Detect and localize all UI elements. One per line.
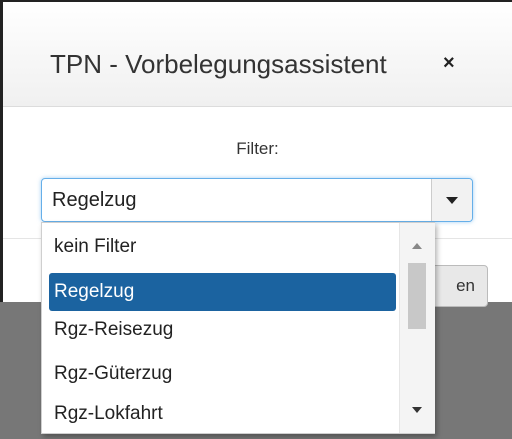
option-rgz-gueterzug[interactable]: Rgz-Güterzug bbox=[49, 355, 396, 393]
dialog-header: TPN - Vorbelegungsassistent × bbox=[3, 2, 512, 107]
dropdown-scrollbar[interactable] bbox=[399, 223, 435, 433]
chevron-down-icon bbox=[446, 197, 458, 204]
filter-dropdown-list[interactable]: kein Filter Regelzug Rgz-Reisezug Rgz-Gü… bbox=[41, 222, 435, 434]
scroll-up-icon[interactable] bbox=[412, 243, 422, 249]
scroll-down-icon[interactable] bbox=[412, 407, 422, 413]
option-kein-filter[interactable]: kein Filter bbox=[49, 228, 396, 266]
option-rgz-reisezug[interactable]: Rgz-Reisezug bbox=[49, 311, 396, 349]
option-regelzug[interactable]: Regelzug bbox=[49, 273, 396, 311]
dialog-title: TPN - Vorbelegungsassistent bbox=[50, 49, 387, 79]
scroll-thumb[interactable] bbox=[408, 263, 426, 329]
filter-input[interactable] bbox=[52, 179, 422, 221]
filter-label: Filter: bbox=[236, 139, 279, 158]
close-icon[interactable]: × bbox=[443, 52, 455, 75]
option-rgz-lokfahrt[interactable]: Rgz-Lokfahrt bbox=[49, 395, 396, 433]
dropdown-toggle-button[interactable] bbox=[431, 179, 472, 221]
filter-combobox[interactable] bbox=[41, 178, 473, 222]
